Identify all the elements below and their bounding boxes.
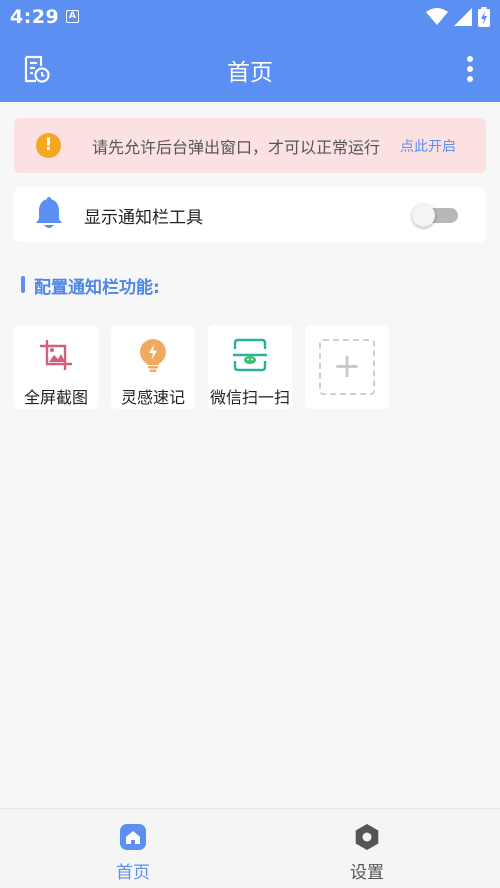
tool-tile-screenshot[interactable]: 全屏截图 [14,325,98,409]
tool-tile-quick-note[interactable]: 灵感速记 [111,325,195,409]
nav-label-settings: 设置 [350,863,384,883]
notification-toolbar-label: 显示通知栏工具 [84,208,203,228]
more-vert-icon [467,56,473,82]
warning-icon: ! [36,133,61,158]
permission-notice: ! 请先允许后台弹出窗口，才可以正常运行 点此开启 [14,118,486,173]
notice-text: 请先允许后台弹出窗口，才可以正常运行 [92,138,381,157]
tool-label: 灵感速记 [120,388,185,407]
nav-item-settings[interactable]: 设置 [242,809,492,888]
nav-label-home: 首页 [116,863,150,883]
signal-icon [454,8,472,26]
section-accent-bar [21,276,25,293]
add-tool-tile[interactable]: + [305,325,389,409]
home-icon [120,824,146,850]
screenshot-icon [40,340,72,370]
section-title: 配置通知栏功能: [34,278,160,298]
battery-icon [478,7,490,27]
status-time: 4:29 [10,6,60,28]
tool-label: 微信扫一扫 [209,388,290,407]
tool-label: 全屏截图 [23,388,88,407]
tool-tile-wechat-scan[interactable]: 微信扫一扫 [208,325,292,409]
notification-badge-icon: A [66,10,79,23]
bell-icon [36,197,62,228]
plus-icon: + [319,339,375,395]
status-icons [426,6,490,28]
scan-icon [233,338,267,372]
notification-toolbar-switch[interactable] [412,204,458,227]
bottom-navigation: 首页 设置 [0,808,500,888]
notification-toolbar-card: 显示通知栏工具 [14,187,486,242]
nav-item-home[interactable]: 首页 [8,809,258,888]
wifi-icon [426,8,448,25]
app-bar: 首页 [0,36,500,102]
lightbulb-icon [140,339,166,372]
enable-permission-link[interactable]: 点此开启 [400,136,456,156]
settings-icon [355,824,379,850]
more-options-button[interactable] [464,53,476,85]
status-bar: 4:29 A [0,0,500,36]
switch-knob [412,204,435,227]
page-title: 首页 [227,60,273,86]
